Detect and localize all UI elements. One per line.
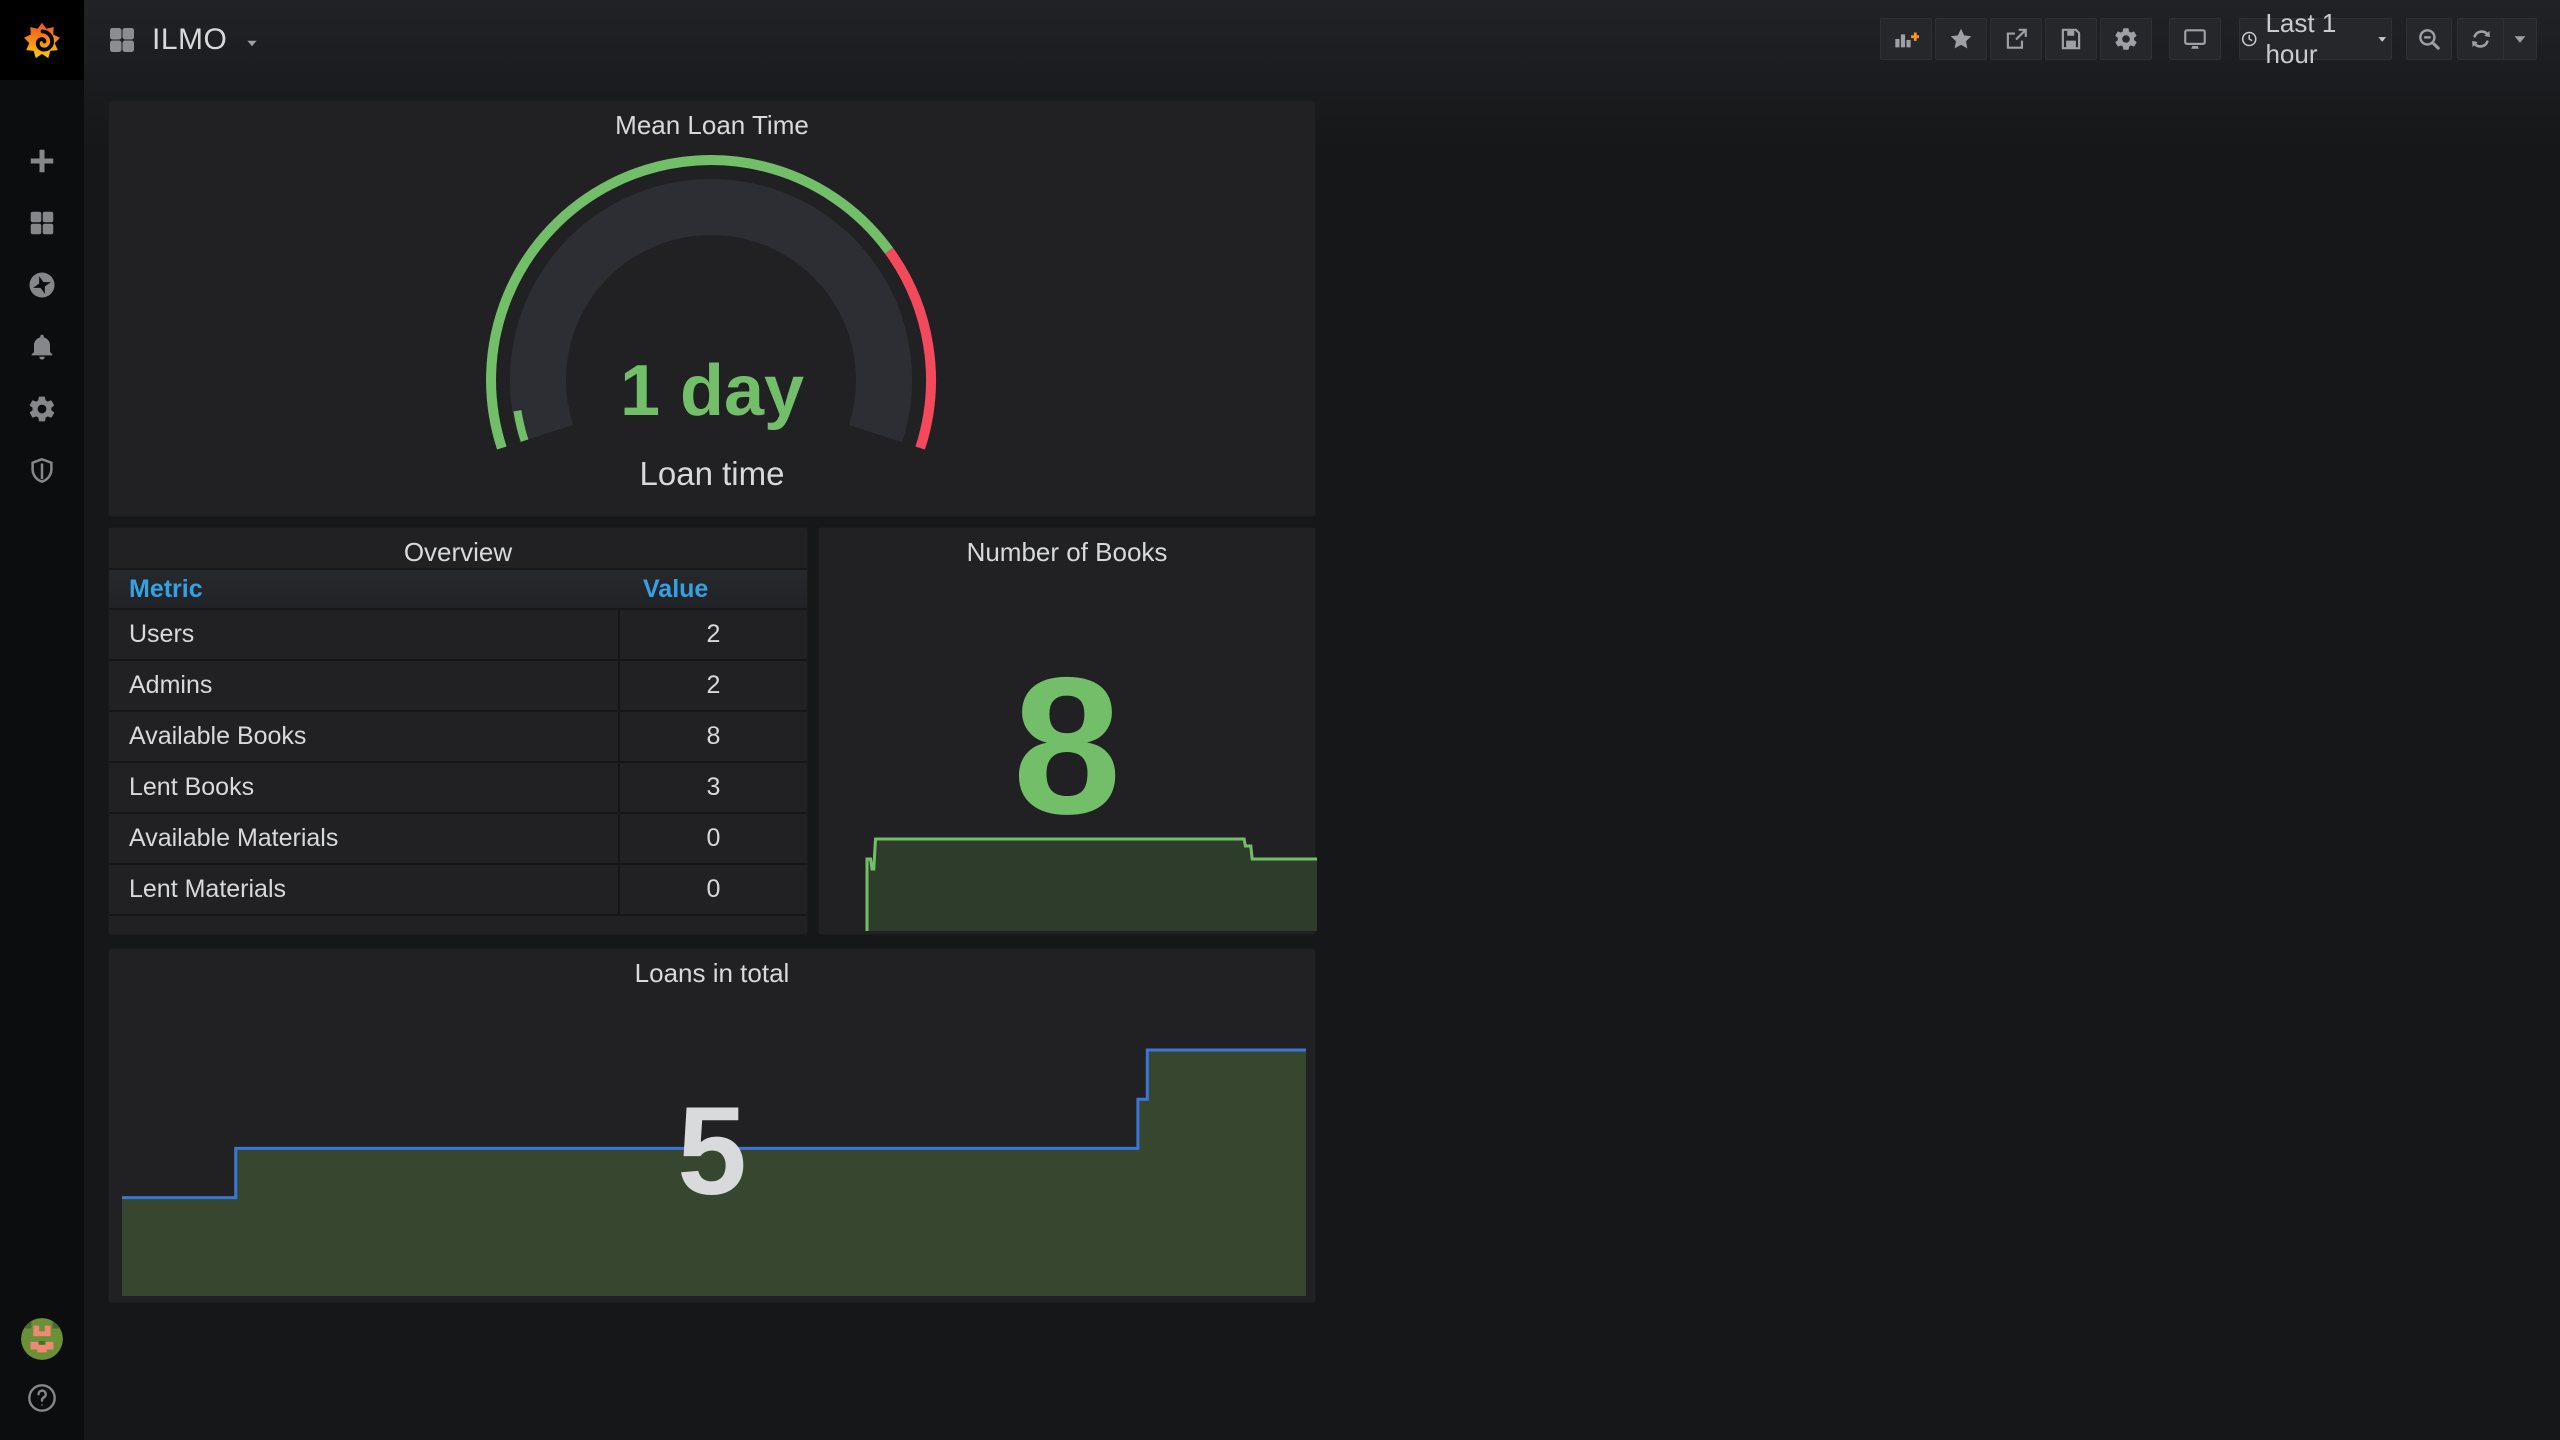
gauge-label: Loan time: [639, 455, 785, 492]
column-header-metric[interactable]: Metric: [109, 568, 619, 610]
overview-table: Metric Value Users 2 Admins 2 Available Book…: [109, 568, 807, 916]
table-row: Lent Books 3: [109, 762, 807, 814]
dashboard-grid: Mean Loan Time 1 day Loan time Overview …: [84, 0, 2560, 1440]
configuration-icon[interactable]: [27, 394, 57, 424]
gauge-value: 1 day: [619, 351, 805, 431]
panel-overview: Overview Metric Value Users 2 Admins 2 Avail…: [108, 527, 808, 935]
metric-cell: Available Materials: [109, 813, 619, 865]
panel-number-of-books: Number of Books 8: [818, 527, 1317, 935]
value-cell: 0: [618, 864, 807, 916]
explore-icon[interactable]: [27, 270, 57, 300]
metric-cell: Available Books: [109, 711, 619, 763]
help-icon[interactable]: [26, 1382, 58, 1414]
table-row: Available Books 8: [109, 711, 807, 763]
value-cell: 3: [618, 762, 807, 814]
loans-stat-value: 5: [677, 1082, 747, 1221]
metric-cell: Users: [109, 609, 619, 661]
panel-title[interactable]: Overview: [109, 537, 807, 568]
value-cell: 0: [618, 813, 807, 865]
panel-loans-in-total: Loans in total 5: [108, 948, 1316, 1303]
metric-cell: Lent Materials: [109, 864, 619, 916]
grafana-app: ILMO Last 1 hour Mean Loan Time 1 day Lo…: [0, 0, 2560, 1440]
grafana-flame-icon: [24, 22, 60, 59]
value-cell: 2: [618, 660, 807, 712]
grafana-logo[interactable]: [0, 0, 84, 80]
table-row: Available Materials 0: [109, 813, 807, 865]
panel-mean-loan-time: Mean Loan Time 1 day Loan time: [108, 100, 1316, 517]
column-header-value[interactable]: Value: [619, 568, 807, 610]
sidebar: [0, 0, 84, 1440]
dashboards-icon[interactable]: [27, 208, 57, 238]
create-icon[interactable]: [27, 146, 57, 176]
sidebar-bottom: [0, 1318, 84, 1414]
user-avatar[interactable]: [21, 1318, 63, 1360]
value-cell: 2: [618, 609, 807, 661]
server-admin-icon[interactable]: [27, 456, 57, 486]
metric-cell: Lent Books: [109, 762, 619, 814]
metric-cell: Admins: [109, 660, 619, 712]
value-cell: 8: [618, 711, 807, 763]
alerting-icon[interactable]: [27, 332, 57, 362]
overview-table-body: Users 2 Admins 2 Available Books 8 Lent Books 3…: [109, 609, 807, 916]
table-row: Lent Materials 0: [109, 864, 807, 916]
table-row: Admins 2: [109, 660, 807, 712]
table-header-row: Metric Value: [109, 568, 807, 610]
books-stat-value: 8: [1012, 637, 1122, 855]
table-row: Users 2: [109, 609, 807, 661]
sidebar-menu: [0, 80, 84, 486]
